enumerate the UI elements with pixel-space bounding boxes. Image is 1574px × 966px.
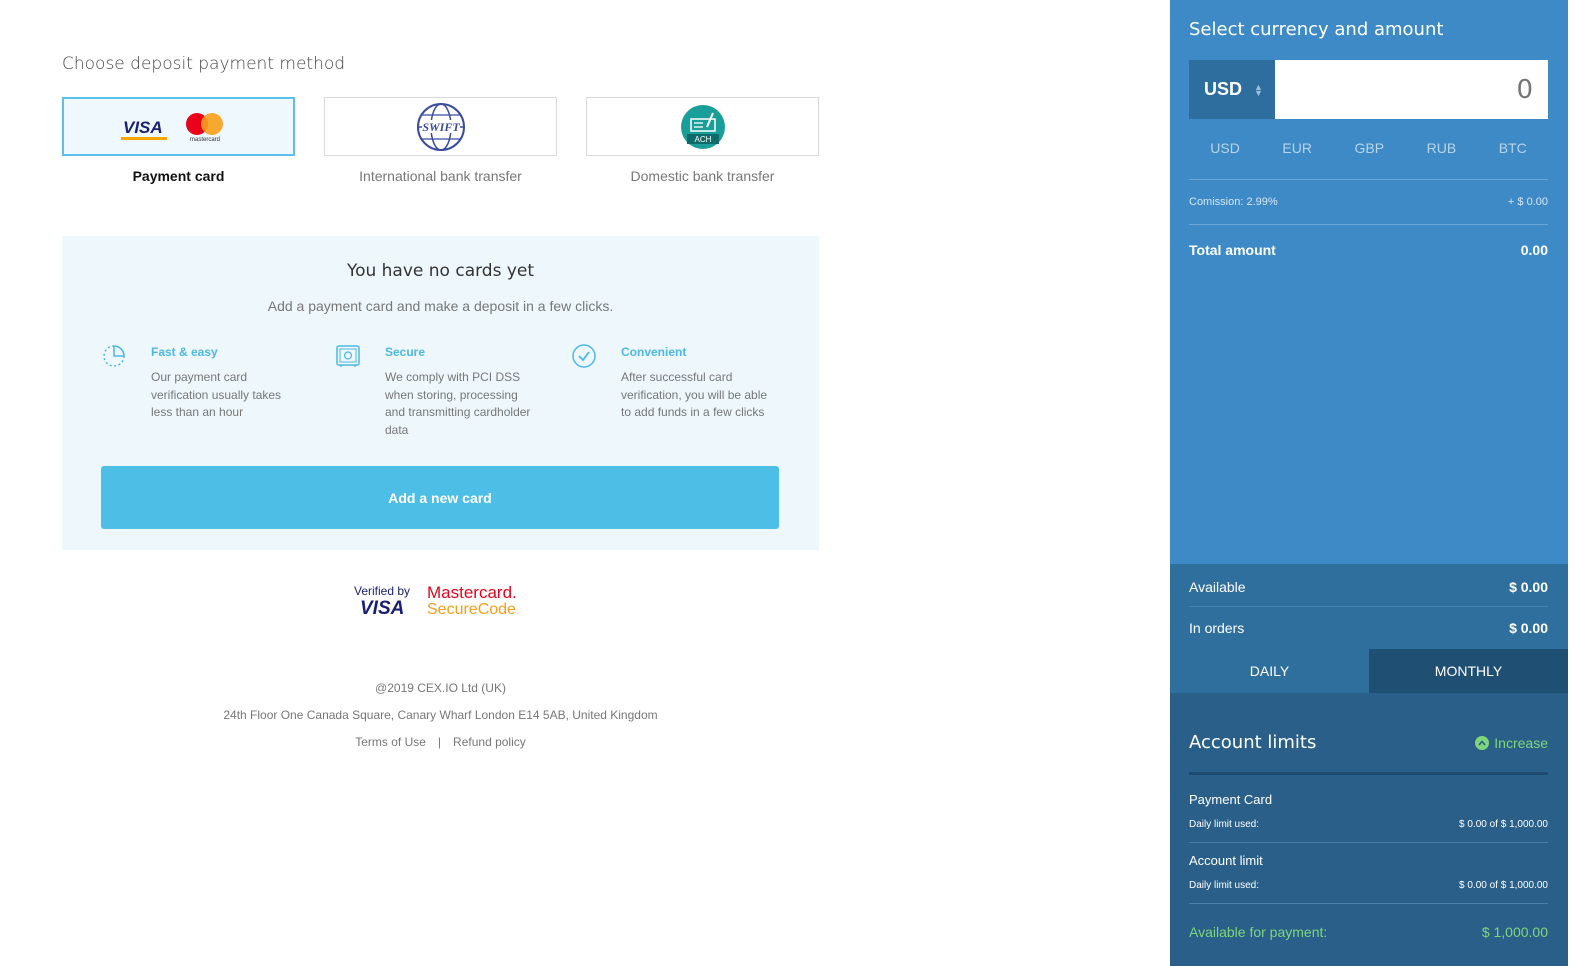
divider xyxy=(1189,903,1548,904)
sidebar-title: Select currency and amount xyxy=(1189,19,1444,40)
in-orders-label: In orders xyxy=(1189,620,1245,636)
available-label: Available xyxy=(1189,579,1246,595)
commission-label: Comission: 2.99% xyxy=(1189,196,1278,208)
sort-arrows-icon: ▲ ▼ xyxy=(1254,81,1263,98)
feature-title: Fast & easy xyxy=(151,345,218,359)
footer-separator: | xyxy=(437,735,442,749)
feature-title: Convenient xyxy=(621,345,687,359)
limit-row: Daily limit used: $ 0.00 of $ 1,000.00 xyxy=(1189,880,1548,891)
limit-name: Account limit xyxy=(1189,853,1263,868)
total-row: Total amount 0.00 xyxy=(1189,242,1548,258)
divider xyxy=(1189,179,1548,180)
verified-by-text: Verified by xyxy=(354,584,410,598)
divider xyxy=(1189,842,1548,843)
limit-name: Payment Card xyxy=(1189,792,1273,807)
feature-text: We comply with PCI DSS when storing, pro… xyxy=(385,370,531,437)
limit-used-value: $ 0.00 of $ 1,000.00 xyxy=(1459,819,1548,830)
visa-logo: VISA mastercard xyxy=(120,112,223,143)
ach-icon: ACH xyxy=(680,104,725,149)
total-label: Total amount xyxy=(1189,242,1276,258)
mastercard-text: Mastercard. xyxy=(427,583,517,602)
limits-title: Account limits xyxy=(1189,732,1317,753)
currency-select[interactable]: USD ▲ ▼ xyxy=(1189,60,1275,119)
currency-tab-gbp[interactable]: GBP xyxy=(1354,140,1384,156)
no-cards-panel: You have no cards yet Add a payment card… xyxy=(62,236,819,550)
limit-used-value: $ 0.00 of $ 1,000.00 xyxy=(1459,880,1548,891)
tab-monthly[interactable]: MONTHLY xyxy=(1369,649,1568,693)
footer-links: Terms of Use | Refund policy xyxy=(62,735,819,749)
account-limits-panel: Account limits Increase Payment Card Dai… xyxy=(1170,693,1568,966)
balance-box: Available $ 0.00 In orders $ 0.00 xyxy=(1170,564,1568,649)
add-new-card-button[interactable]: Add a new card xyxy=(101,466,779,529)
deposit-sidebar: Select currency and amount USD ▲▼ USD EU… xyxy=(1170,0,1568,966)
terms-link[interactable]: Terms of Use xyxy=(355,735,426,749)
available-for-payment-row: Available for payment: $ 1,000.00 xyxy=(1189,924,1548,940)
method-domestic-transfer[interactable]: ACH xyxy=(586,97,819,156)
divider xyxy=(1189,772,1548,775)
feature-text: After successful card verification, you … xyxy=(621,370,768,419)
no-cards-subtitle: Add a payment card and make a deposit in… xyxy=(267,298,614,314)
check-circle-icon xyxy=(572,344,596,368)
period-tabs: DAILY MONTHLY xyxy=(1170,649,1568,693)
feature-text: Our payment card verification usually ta… xyxy=(151,370,282,419)
safe-icon xyxy=(336,345,360,367)
method-payment-card[interactable]: VISA mastercard xyxy=(62,97,295,156)
refund-link[interactable]: Refund policy xyxy=(453,735,526,749)
available-for-payment-label: Available for payment: xyxy=(1189,924,1328,940)
divider xyxy=(1189,224,1548,225)
method-label-payment-card[interactable]: Payment card xyxy=(62,168,295,184)
currency-tabs: USD EUR GBP RUB BTC xyxy=(1189,140,1548,156)
commission-row: Comission: 2.99% + $ 0.00 xyxy=(1189,196,1548,208)
no-cards-title: You have no cards yet xyxy=(346,261,535,281)
available-row: Available $ 0.00 xyxy=(1189,579,1548,595)
limit-used-label: Daily limit used: xyxy=(1189,880,1260,891)
selected-currency: USD xyxy=(1204,79,1243,99)
available-value: $ 0.00 xyxy=(1509,579,1548,595)
divider xyxy=(1189,606,1548,607)
tab-daily[interactable]: DAILY xyxy=(1170,649,1369,693)
method-international-transfer[interactable]: SWIFT xyxy=(324,97,557,156)
method-label-international[interactable]: International bank transfer xyxy=(324,168,557,184)
in-orders-row: In orders $ 0.00 xyxy=(1189,620,1548,636)
amount-input[interactable] xyxy=(1275,60,1548,119)
swift-logo-text: SWIFT xyxy=(422,120,460,134)
currency-tab-btc[interactable]: BTC xyxy=(1499,140,1527,156)
commission-value: + $ 0.00 xyxy=(1507,196,1548,208)
method-label-domestic[interactable]: Domestic bank transfer xyxy=(586,168,819,184)
feature-title: Secure xyxy=(385,345,426,359)
footer-copyright: @2019 CEX.IO Ltd (UK) xyxy=(375,681,506,695)
mastercard-logo-text: mastercard xyxy=(190,137,220,143)
increase-link[interactable]: Increase xyxy=(1475,735,1548,751)
total-value: 0.00 xyxy=(1520,242,1548,258)
in-orders-value: $ 0.00 xyxy=(1509,620,1548,636)
visa-logo-text: VISA xyxy=(123,118,163,137)
currency-tab-eur[interactable]: EUR xyxy=(1282,140,1312,156)
currency-tab-rub[interactable]: RUB xyxy=(1427,140,1457,156)
footer-address: 24th Floor One Canada Square, Canary Wha… xyxy=(223,708,658,722)
chevron-up-icon xyxy=(1475,736,1490,750)
limit-used-label: Daily limit used: xyxy=(1189,819,1260,830)
securecode-text: SecureCode xyxy=(427,601,516,618)
deposit-main: Choose deposit payment method VISA maste… xyxy=(0,0,1170,966)
ach-logo-text: ACH xyxy=(694,135,711,144)
verified-visa-text: VISA xyxy=(360,598,404,619)
increase-label: Increase xyxy=(1494,735,1548,751)
swift-globe-icon: SWIFT xyxy=(416,102,465,151)
limit-row: Daily limit used: $ 0.00 of $ 1,000.00 xyxy=(1189,819,1548,830)
currency-tab-usd[interactable]: USD xyxy=(1210,140,1240,156)
clock-icon xyxy=(103,345,125,367)
verified-by-visa-securecode-logo: Verified by VISA Mastercard. SecureCode xyxy=(354,583,517,619)
available-for-payment-value: $ 1,000.00 xyxy=(1481,924,1548,940)
page-title: Choose deposit payment method xyxy=(62,54,346,74)
